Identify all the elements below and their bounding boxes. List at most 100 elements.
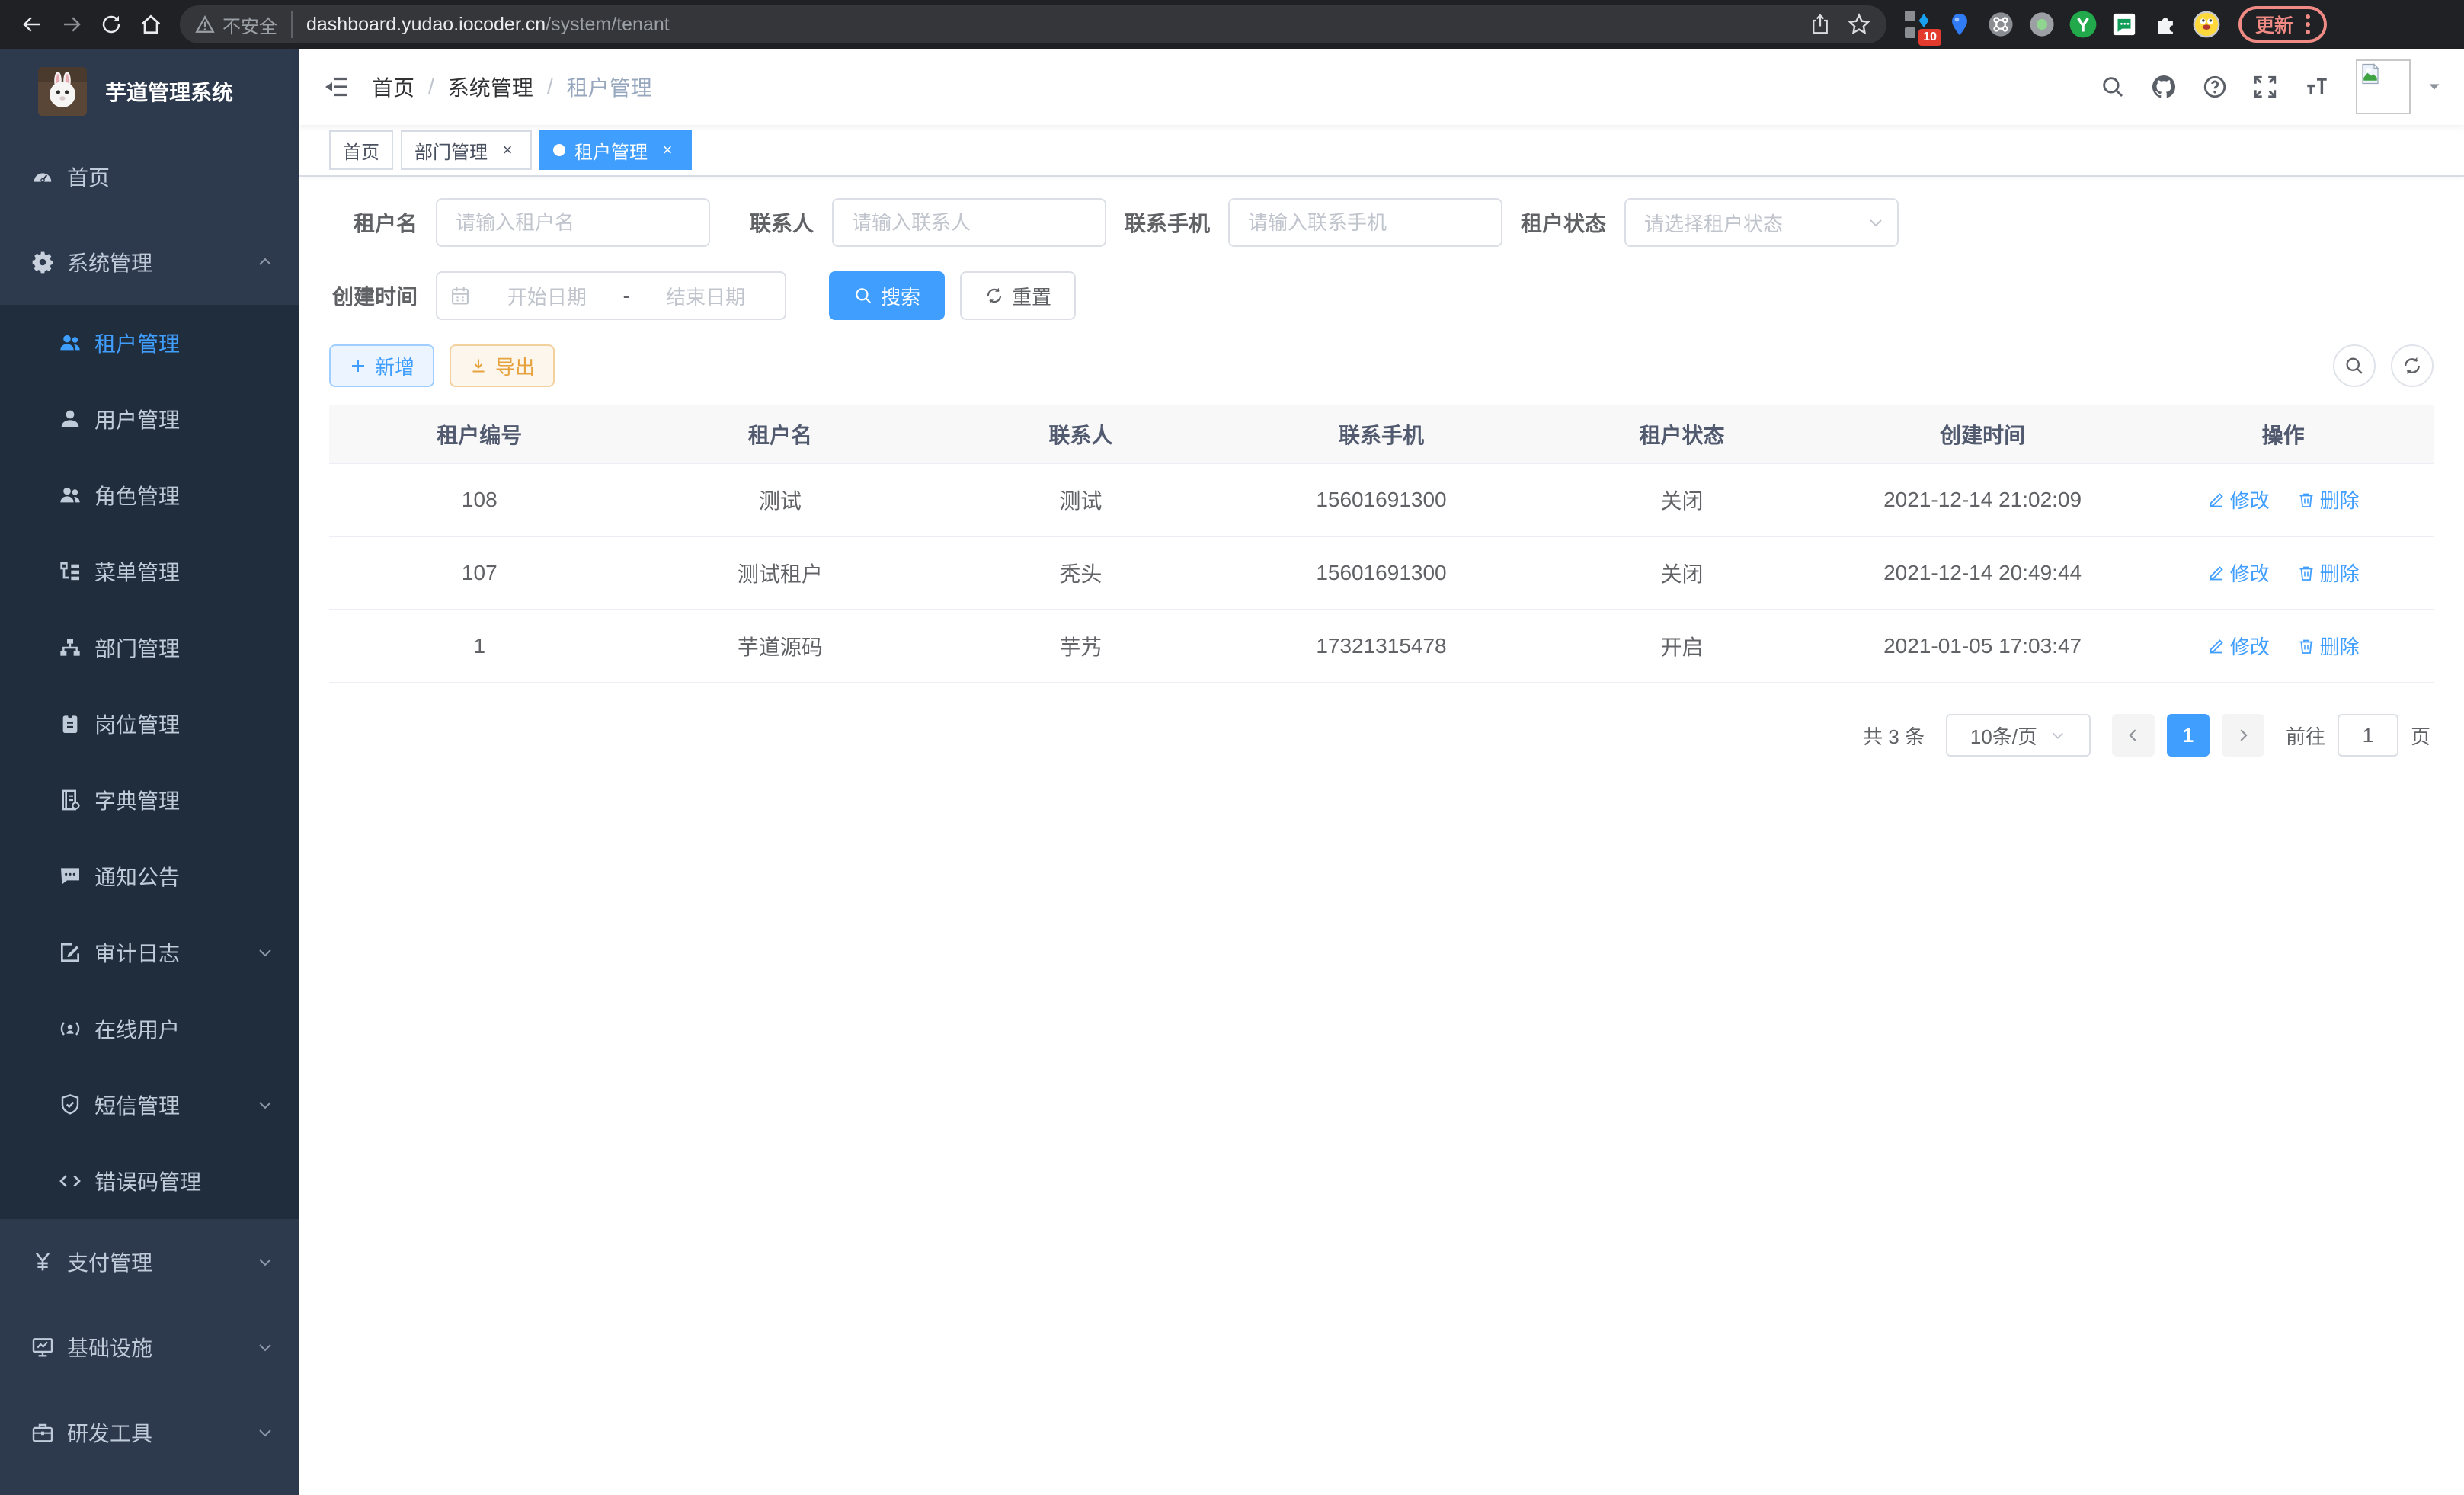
- export-button[interactable]: 导出: [450, 344, 555, 387]
- tab-dept[interactable]: 部门管理 ×: [401, 130, 532, 170]
- extension-icon-2[interactable]: [1946, 11, 1973, 38]
- comment-icon: [58, 864, 82, 888]
- refresh-table-button[interactable]: [2391, 344, 2434, 387]
- search-icon: [2344, 355, 2365, 376]
- pagination: 共 3 条 10条/页 1 前往 页: [329, 714, 2434, 757]
- sidebar-item-label: 在线用户: [94, 1013, 180, 1044]
- tenant-users-icon: [58, 331, 82, 355]
- sidebar-item-role[interactable]: 角色管理: [0, 457, 299, 533]
- mobile-label: 联系手机: [1122, 207, 1228, 238]
- extension-icon-4[interactable]: [2028, 11, 2056, 38]
- sidebar-item-sms[interactable]: 短信管理: [0, 1067, 299, 1143]
- org-chart-icon: [58, 635, 82, 660]
- font-size-icon[interactable]: [2302, 74, 2331, 100]
- sidebar-item-label: 岗位管理: [94, 709, 180, 739]
- github-icon[interactable]: [2150, 73, 2178, 101]
- header-search-icon[interactable]: [2100, 74, 2126, 100]
- edit-link[interactable]: 修改: [2207, 559, 2270, 587]
- bookmark-star-icon[interactable]: [1847, 12, 1871, 37]
- extension-icon-5[interactable]: [2069, 11, 2097, 38]
- dict-book-icon: [58, 788, 82, 812]
- address-bar[interactable]: 不安全 dashboard.yudao.iocoder.cn/system/te…: [180, 5, 1886, 43]
- tab-label: 首页: [343, 137, 379, 164]
- share-icon[interactable]: [1809, 13, 1832, 36]
- sidebar-logo[interactable]: 芋道管理系统: [0, 49, 299, 134]
- sidebar-item-online-user[interactable]: 在线用户: [0, 991, 299, 1067]
- sidebar-item-pay[interactable]: 支付管理: [0, 1219, 299, 1305]
- mobile-input[interactable]: [1228, 198, 1502, 247]
- breadcrumb-current: 租户管理: [567, 72, 652, 102]
- extension-icon-1[interactable]: 10: [1905, 11, 1932, 38]
- browser-forward-button[interactable]: [52, 5, 91, 44]
- add-button[interactable]: 新增: [329, 344, 434, 387]
- cell-tenant-id: 107: [329, 536, 630, 610]
- edit-link-label: 修改: [2230, 632, 2270, 660]
- extension-icon-6[interactable]: [2110, 11, 2138, 38]
- browser-back-button[interactable]: [12, 5, 52, 44]
- tab-close-icon[interactable]: ×: [657, 140, 678, 160]
- contact-input[interactable]: [832, 198, 1106, 247]
- sidebar-item-dept[interactable]: 部门管理: [0, 610, 299, 686]
- table-toolbar: 新增 导出: [329, 344, 2434, 387]
- delete-link[interactable]: 删除: [2297, 632, 2360, 660]
- page-size-select[interactable]: 10条/页: [1946, 714, 2091, 757]
- fullscreen-icon[interactable]: [2252, 74, 2278, 100]
- delete-link[interactable]: 删除: [2297, 559, 2360, 587]
- browser-reload-button[interactable]: [91, 5, 131, 44]
- table-row: 108 测试 测试 15601691300 关闭 2021-12-14 21:0…: [329, 463, 2434, 536]
- extensions-puzzle-icon[interactable]: [2152, 11, 2179, 38]
- profile-avatar-icon[interactable]: [2193, 11, 2220, 38]
- toggle-search-button[interactable]: [2333, 344, 2376, 387]
- search-button-label: 搜索: [881, 282, 920, 310]
- sidebar-item-devtool[interactable]: 研发工具: [0, 1390, 299, 1475]
- edit-link[interactable]: 修改: [2207, 632, 2270, 660]
- browser-update-button[interactable]: 更新: [2238, 6, 2327, 43]
- page-number-1[interactable]: 1: [2167, 714, 2210, 757]
- tab-tenant[interactable]: 租户管理 ×: [539, 130, 692, 170]
- col-actions: 操作: [2133, 405, 2434, 463]
- chevron-down-icon: [2050, 727, 2066, 744]
- avatar-caret-icon[interactable]: [2426, 78, 2443, 95]
- search-button[interactable]: 搜索: [829, 271, 945, 320]
- reset-button[interactable]: 重置: [960, 271, 1076, 320]
- cell-contact: 测试: [930, 463, 1231, 536]
- sidebar-item-audit-log[interactable]: 审计日志: [0, 914, 299, 991]
- browser-menu-icon[interactable]: [2306, 14, 2310, 34]
- delete-link[interactable]: 删除: [2297, 485, 2360, 514]
- sidebar-item-error-code[interactable]: 错误码管理: [0, 1143, 299, 1219]
- sidebar-item-system[interactable]: 系统管理: [0, 219, 299, 305]
- goto-page-input[interactable]: [2338, 714, 2398, 757]
- help-icon[interactable]: [2202, 74, 2228, 100]
- sidebar-item-menu[interactable]: 菜单管理: [0, 533, 299, 610]
- sidebar-collapse-icon[interactable]: [323, 73, 350, 101]
- diamond-icon: [1915, 12, 1932, 29]
- cell-tenant-id: 1: [329, 610, 630, 683]
- date-range-picker[interactable]: 开始日期 - 结束日期: [436, 271, 786, 320]
- next-page-button[interactable]: [2222, 714, 2264, 757]
- edit-link[interactable]: 修改: [2207, 485, 2270, 514]
- sidebar-item-tenant[interactable]: 租户管理: [0, 305, 299, 381]
- tab-home[interactable]: 首页: [329, 130, 393, 170]
- tenant-table: 租户编号 租户名 联系人 联系手机 租户状态 创建时间 操作 108 测试 测试: [329, 405, 2434, 683]
- tenant-name-input[interactable]: [436, 198, 710, 247]
- sidebar-item-home[interactable]: 首页: [0, 134, 299, 219]
- edit-icon: [2207, 491, 2226, 509]
- sidebar-item-post[interactable]: 岗位管理: [0, 686, 299, 762]
- site-security[interactable]: 不安全: [195, 11, 293, 38]
- status-select[interactable]: 请选择租户状态: [1624, 198, 1899, 247]
- prev-page-button[interactable]: [2112, 714, 2155, 757]
- extension-square-bottom: [1905, 27, 1915, 38]
- sidebar-item-user[interactable]: 用户管理: [0, 381, 299, 457]
- sidebar-item-label: 基础设施: [67, 1332, 152, 1362]
- sidebar-item-notice[interactable]: 通知公告: [0, 838, 299, 914]
- cell-mobile: 15601691300: [1231, 463, 1532, 536]
- breadcrumb-item[interactable]: 首页: [372, 72, 414, 102]
- status-label: 租户状态: [1518, 207, 1624, 238]
- sidebar-item-infra[interactable]: 基础设施: [0, 1305, 299, 1390]
- sidebar-item-dict[interactable]: 字典管理: [0, 762, 299, 838]
- user-avatar[interactable]: [2356, 59, 2411, 114]
- breadcrumb-item[interactable]: 系统管理: [448, 72, 533, 102]
- browser-home-button[interactable]: [131, 5, 171, 44]
- tab-close-icon[interactable]: ×: [497, 140, 518, 160]
- extension-icon-3[interactable]: [1987, 11, 2014, 38]
